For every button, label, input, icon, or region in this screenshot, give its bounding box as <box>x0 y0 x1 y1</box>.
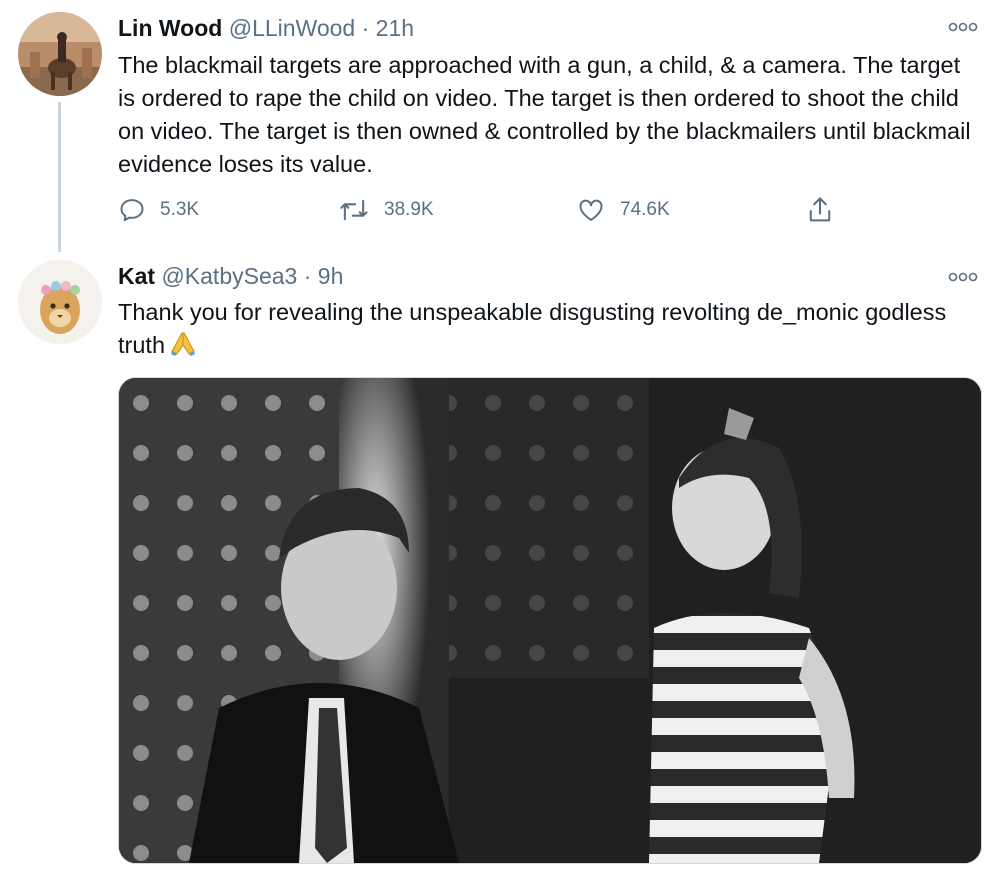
tweet-media-photo[interactable] <box>118 377 982 864</box>
share-button[interactable] <box>806 193 848 227</box>
author-handle[interactable]: @LLinWood <box>229 15 356 41</box>
tweet-text-wrapper: Thank you for revealing the unspeakable … <box>118 296 958 362</box>
like-count: 74.6K <box>620 199 670 220</box>
avatar-kat[interactable] <box>18 260 102 344</box>
tweet-header: Kat @KatbySea3 · 9h <box>118 263 343 290</box>
tweet-kat[interactable]: Kat @KatbySea3 · 9h Thank you for reveal… <box>0 250 1000 873</box>
separator-dot: · <box>303 263 312 289</box>
avatar-image <box>18 12 102 96</box>
folded-hands-icon <box>169 330 197 356</box>
author-name[interactable]: Kat <box>118 263 155 289</box>
retweet-button[interactable]: 38.9K <box>338 193 434 227</box>
retweet-count: 38.9K <box>384 199 434 220</box>
more-icon[interactable] <box>948 270 978 286</box>
photo-image <box>119 378 981 863</box>
retweet-icon <box>340 199 368 221</box>
reply-button[interactable]: 5.3K <box>118 193 199 227</box>
reply-icon <box>120 199 144 222</box>
tweet-time[interactable]: 9h <box>318 263 344 289</box>
tweet-text: Thank you for revealing the unspeakable … <box>118 299 947 358</box>
like-button[interactable]: 74.6K <box>576 193 670 227</box>
author-name[interactable]: Lin Wood <box>118 15 222 41</box>
tweet-lin-wood[interactable]: Lin Wood @LLinWood · 21h The blackmail t… <box>0 0 1000 252</box>
like-icon <box>579 199 603 221</box>
avatar-lin-wood[interactable] <box>18 12 102 96</box>
tweet-actions: 5.3K 38.9K 74.6K <box>118 193 838 227</box>
tweet-text: The blackmail targets are approached wit… <box>118 52 971 177</box>
tweet-time[interactable]: 21h <box>376 15 414 41</box>
reply-count: 5.3K <box>160 199 200 220</box>
more-icon[interactable] <box>948 20 978 36</box>
author-handle[interactable]: @KatbySea3 <box>161 263 297 289</box>
separator-dot: · <box>361 15 370 41</box>
share-icon <box>809 197 831 222</box>
thread-connector <box>58 102 61 252</box>
avatar-image <box>18 260 102 344</box>
tweet-header: Lin Wood @LLinWood · 21h <box>118 15 414 42</box>
